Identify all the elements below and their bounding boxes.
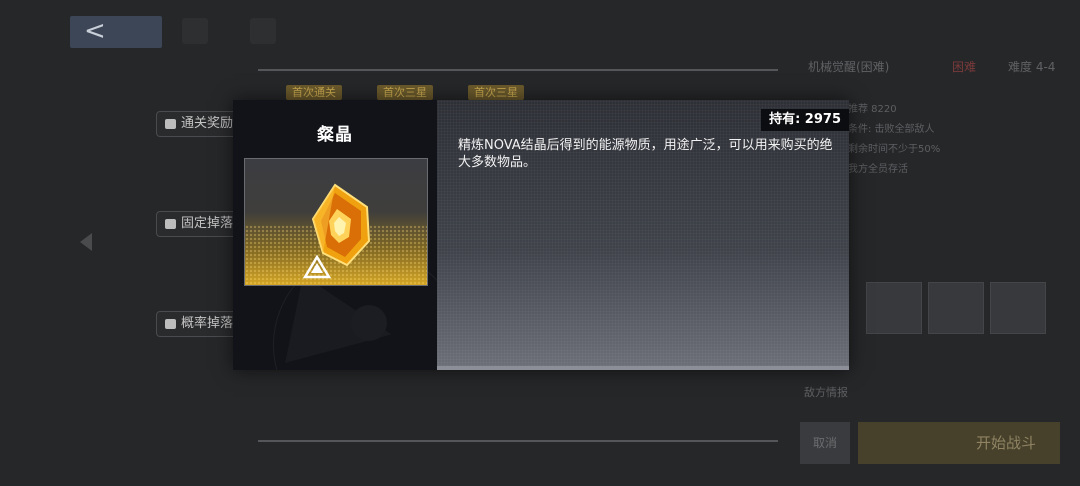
item-name: 粲晶 <box>317 125 353 145</box>
stage-name: 机械觉醒(困难) <box>808 60 890 74</box>
first-three-star-badge: 首次三星 <box>377 85 433 100</box>
help-icon[interactable] <box>250 18 276 44</box>
condition-text: 剩余时间不少于50% <box>848 144 941 155</box>
stage-info-panel: 推荐 8220 条件: 击败全部敌人 剩余时间不少于50% 我方全员存活 <box>848 100 948 220</box>
stage-number: 难度 4-4 <box>1008 60 1056 74</box>
recommend-power: 推荐 8220 <box>848 104 897 115</box>
item-image-frame <box>244 158 428 286</box>
start-battle-button[interactable]: 开始战斗 <box>858 422 1060 464</box>
item-card: 粲晶 <box>233 100 437 370</box>
drop-thumbnail[interactable] <box>990 282 1046 334</box>
item-detail-modal[interactable]: 粲晶 持有: 2975 精炼NOVA结晶后得到的能源物质，用途广泛，可以用来购买… <box>233 100 849 370</box>
left-arrow-icon[interactable] <box>80 233 92 251</box>
divider <box>258 69 778 71</box>
enemy-intel-label[interactable]: 敌方情报 <box>804 384 848 400</box>
cancel-button[interactable]: 取消 <box>800 422 850 464</box>
item-description: 精炼NOVA结晶后得到的能源物质，用途广泛，可以用来购买的绝大多数物品。 <box>458 138 833 170</box>
difficulty-tag: 困难 <box>952 60 977 74</box>
bottom-stripe <box>437 366 849 370</box>
first-three-star-badge: 首次三星 <box>468 85 524 100</box>
drop-thumbnail[interactable] <box>928 282 984 334</box>
home-icon[interactable] <box>182 18 208 44</box>
back-button[interactable]: < <box>70 16 162 48</box>
divider <box>258 440 778 442</box>
hold-count-badge: 持有: 2975 <box>761 109 849 131</box>
decor-dot <box>351 305 387 341</box>
condition-text: 我方全员存活 <box>848 164 908 175</box>
first-clear-badge: 首次通关 <box>286 85 342 100</box>
condition-text: 条件: 击败全部敌人 <box>848 124 935 135</box>
drop-thumbnail[interactable] <box>866 282 922 334</box>
crystal-icon <box>302 183 371 279</box>
item-description-panel: 持有: 2975 精炼NOVA结晶后得到的能源物质，用途广泛，可以用来购买的绝大… <box>437 100 849 370</box>
